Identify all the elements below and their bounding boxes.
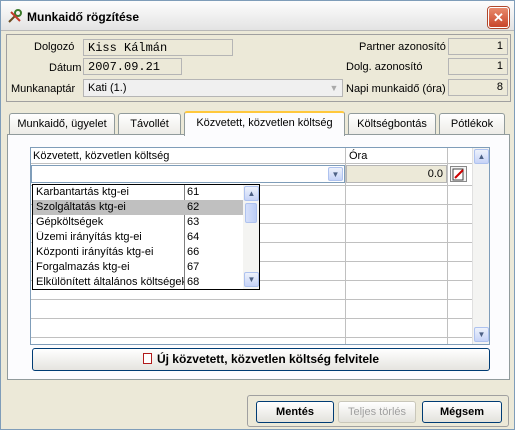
new-cost-button-label: Új közvetett, közvetlen költség felvitel… <box>156 352 380 366</box>
datum-field: 2007.09.21 <box>83 58 182 75</box>
window-title: Munkaidő rögzítése <box>27 10 140 24</box>
cancel-button[interactable]: Mégsem <box>422 401 502 423</box>
edit-document-icon <box>452 168 464 181</box>
title-bar[interactable]: Munkaidő rögzítése ✕ <box>1 1 514 31</box>
munkanaptar-label: Munkanaptár <box>11 83 76 95</box>
new-cost-button[interactable]: Új közvetett, közvetlen költség felvitel… <box>32 348 490 371</box>
col-header-cost: Közvetett, közvetlen költség <box>33 150 170 162</box>
chevron-down-icon[interactable]: ▼ <box>328 167 343 181</box>
dropdown-scrollbar[interactable]: ▲ ▼ <box>243 185 259 289</box>
datum-label: Dátum <box>49 62 82 74</box>
edit-row-button[interactable] <box>450 166 467 182</box>
chevron-down-icon: ▼ <box>329 83 339 93</box>
tab-tavollet[interactable]: Távollét <box>118 113 181 135</box>
napi-label: Napi munkaidő (óra) <box>346 83 446 95</box>
col-header-hours: Óra <box>349 150 368 162</box>
napi-field: 8 <box>448 79 508 96</box>
dolg-field: 1 <box>448 58 508 75</box>
dolg-label: Dolg. azonosító <box>346 61 423 73</box>
dolgozo-field: Kiss Kálmán <box>83 39 233 56</box>
edit-row: ▼ 0.0 <box>31 165 472 183</box>
row-divider <box>31 337 472 338</box>
dropdown-item[interactable]: Elkülönített általános költségek 68 <box>33 275 243 290</box>
grid-scrollbar[interactable]: ▲ ▼ <box>472 148 489 344</box>
dropdown-item[interactable]: Üzemi irányítás ktg-ei 64 <box>33 230 243 245</box>
dropdown-item[interactable]: Gépköltségek 63 <box>33 215 243 230</box>
tab-koltseg[interactable]: Közvetett, közvetlen költség <box>184 111 345 136</box>
scroll-up-icon[interactable]: ▲ <box>474 149 489 164</box>
scroll-down-icon[interactable]: ▼ <box>474 327 489 342</box>
tab-koltsegbontas[interactable]: Költségbontás <box>348 113 436 135</box>
header-panel: Dolgozó Kiss Kálmán Dátum 2007.09.21 Mun… <box>6 34 511 102</box>
hours-field[interactable]: 0.0 <box>346 165 447 183</box>
dropdown-item[interactable]: Forgalmazás ktg-ei 67 <box>33 260 243 275</box>
dropdown-item[interactable]: Központi irányítás ktg-ei 66 <box>33 245 243 260</box>
dropdown-item[interactable]: Karbantartás ktg-ei 61 <box>33 185 243 200</box>
row-divider <box>31 299 472 300</box>
row-divider <box>31 318 472 319</box>
partner-field: 1 <box>448 38 508 55</box>
delete-all-button[interactable]: Teljes törlés <box>338 401 416 423</box>
new-document-icon <box>142 353 152 364</box>
action-bar: Mentés Teljes törlés Mégsem <box>247 395 509 427</box>
tab-munkaido[interactable]: Munkaidő, ügyelet <box>9 113 115 135</box>
partner-label: Partner azonosító <box>359 41 446 53</box>
grid-header: Közvetett, közvetlen költség Óra <box>31 148 472 164</box>
cost-select[interactable]: ▼ <box>31 165 345 183</box>
munkanaptar-select[interactable]: Kati (1.) ▼ <box>83 79 343 97</box>
cost-dropdown-list[interactable]: Karbantartás ktg-ei 61 Szolgáltatás ktg-e… <box>32 184 260 290</box>
tab-potlekok[interactable]: Pótlékok <box>439 113 505 135</box>
scroll-up-icon[interactable]: ▲ <box>244 186 259 201</box>
scroll-thumb[interactable] <box>245 203 257 223</box>
save-button[interactable]: Mentés <box>256 401 334 423</box>
tab-strip: Munkaidő, ügyelet Távollét Közvetett, kö… <box>6 111 511 136</box>
tools-app-icon <box>8 9 22 23</box>
close-button[interactable]: ✕ <box>488 7 509 28</box>
dropdown-item-selected[interactable]: Szolgáltatás ktg-ei 62 <box>33 200 243 215</box>
scroll-down-icon[interactable]: ▼ <box>244 272 259 287</box>
munkanaptar-value: Kati (1.) <box>88 82 127 94</box>
dolgozo-label: Dolgozó <box>34 41 75 53</box>
dialog-window: Munkaidő rögzítése ✕ Dolgozó Kiss Kálmán… <box>0 0 515 430</box>
close-icon: ✕ <box>493 10 504 25</box>
